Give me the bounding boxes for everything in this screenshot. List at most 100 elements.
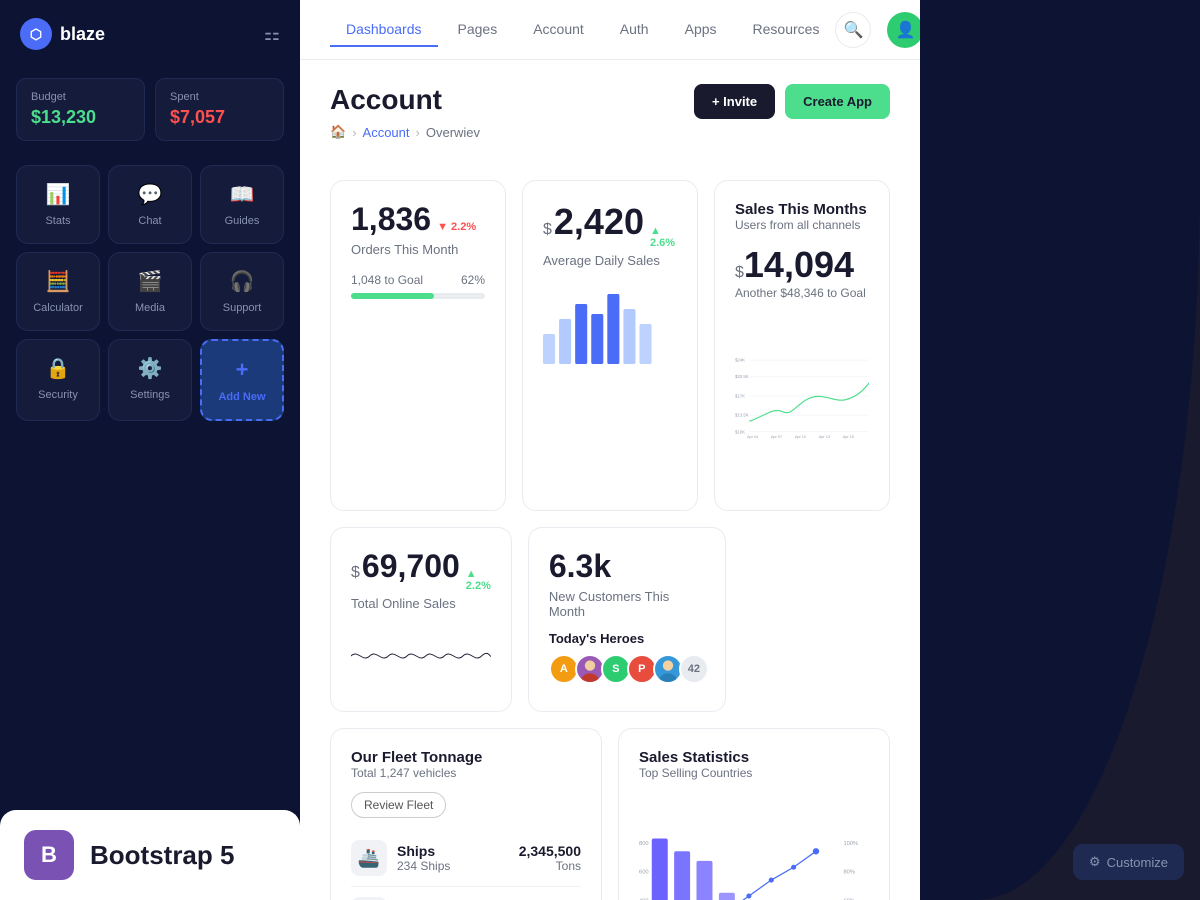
nav-link-pages[interactable]: Pages bbox=[442, 13, 514, 47]
header-actions: + Invite Create App bbox=[694, 84, 890, 119]
stats-grid: 1,836 ▼ 2.2% Orders This Month 1,048 to … bbox=[330, 180, 890, 511]
sidebar-item-settings[interactable]: ⚙️ Settings bbox=[108, 339, 192, 421]
nav-grid: 📊 Stats 💬 Chat 📖 Guides 🧮 Calculator 🎬 M… bbox=[0, 157, 300, 429]
sales-month-prefix: $ bbox=[735, 264, 744, 282]
spent-value: $7,057 bbox=[170, 107, 269, 128]
stats-grid-2: $ 69,700 ▲ 2.2% Total Online Sales 6.3k … bbox=[330, 527, 890, 712]
orders-change: ▼ 2.2% bbox=[437, 221, 476, 233]
new-customers-number: 6.3k bbox=[549, 548, 611, 585]
fleet-item-trucks: 🚚 Trucks 1,460 Trucks 457,200 Tons bbox=[351, 887, 581, 900]
orders-card: 1,836 ▼ 2.2% Orders This Month 1,048 to … bbox=[330, 180, 506, 511]
page-title-section: Account 🏠 › Account › Overwiev bbox=[330, 84, 480, 160]
sales-month-title: Sales This Months bbox=[735, 201, 869, 218]
logo-text: blaze bbox=[60, 24, 105, 45]
nav-link-auth[interactable]: Auth bbox=[604, 13, 665, 47]
avatar-more: 42 bbox=[679, 654, 709, 684]
settings-label: Settings bbox=[130, 389, 170, 401]
svg-text:80%: 80% bbox=[843, 870, 855, 876]
new-customers-label: New Customers This Month bbox=[549, 589, 705, 619]
sidebar-header: ⬡ blaze ⚏ bbox=[0, 0, 300, 68]
sidebar-item-media[interactable]: 🎬 Media bbox=[108, 252, 192, 331]
add-new-label: Add New bbox=[218, 391, 265, 403]
sales-stats-card: Sales Statistics Top Selling Countries 8… bbox=[618, 728, 890, 900]
create-app-button[interactable]: Create App bbox=[785, 84, 890, 119]
sidebar-item-security[interactable]: 🔒 Security bbox=[16, 339, 100, 421]
ships-name: Ships bbox=[397, 843, 450, 859]
svg-text:$10K: $10K bbox=[735, 429, 745, 434]
orders-label: Orders This Month bbox=[351, 242, 485, 257]
breadcrumb-current: Overwiev bbox=[426, 125, 480, 140]
svg-text:$13.5K: $13.5K bbox=[735, 413, 749, 418]
spent-label: Spent bbox=[170, 91, 269, 103]
dark-curve bbox=[920, 0, 1200, 900]
online-sales-change: ▲ 2.2% bbox=[466, 568, 491, 592]
progress-label-text: 1,048 to Goal bbox=[351, 273, 423, 287]
svg-text:$17K: $17K bbox=[735, 393, 745, 398]
sales-stats-sub: Top Selling Countries bbox=[639, 766, 869, 780]
sidebar-item-calculator[interactable]: 🧮 Calculator bbox=[16, 252, 100, 331]
budget-row: Budget $13,230 Spent $7,057 bbox=[0, 68, 300, 157]
stats-icon: 📊 bbox=[46, 182, 71, 207]
svg-text:Apr 07: Apr 07 bbox=[771, 435, 782, 439]
daily-sales-chart bbox=[543, 284, 677, 364]
sidebar-item-add-new[interactable]: + Add New bbox=[200, 339, 284, 421]
daily-sales-prefix: $ bbox=[543, 221, 552, 239]
spent-card: Spent $7,057 bbox=[155, 78, 284, 141]
nav-link-account[interactable]: Account bbox=[517, 13, 600, 47]
nav-link-dashboards[interactable]: Dashboards bbox=[330, 13, 438, 47]
sales-month-sub: Users from all channels bbox=[735, 218, 869, 232]
customize-button[interactable]: ⚙ Customize bbox=[1073, 844, 1184, 880]
nav-link-apps[interactable]: Apps bbox=[669, 13, 733, 47]
invite-button[interactable]: + Invite bbox=[694, 84, 775, 119]
add-new-icon: + bbox=[236, 357, 249, 383]
sales-month-goal: Another $48,346 to Goal bbox=[735, 286, 869, 300]
fleet-card: Our Fleet Tonnage Total 1,247 vehicles R… bbox=[330, 728, 602, 900]
sales-month-amount: 14,094 bbox=[744, 244, 854, 286]
support-icon: 🎧 bbox=[230, 269, 255, 294]
bootstrap-card: B Bootstrap 5 bbox=[0, 810, 300, 900]
svg-text:100%: 100% bbox=[843, 841, 858, 847]
calculator-icon: 🧮 bbox=[46, 269, 71, 294]
sales-this-month-card: Sales This Months Users from all channel… bbox=[714, 180, 890, 511]
ships-count: 234 Ships bbox=[397, 859, 450, 873]
svg-text:Apr 04: Apr 04 bbox=[747, 435, 759, 439]
review-fleet-button[interactable]: Review Fleet bbox=[351, 792, 446, 818]
chat-icon: 💬 bbox=[138, 182, 163, 207]
online-sales-number: 69,700 bbox=[362, 548, 460, 585]
breadcrumb: 🏠 › Account › Overwiev bbox=[330, 124, 480, 140]
sidebar-item-guides[interactable]: 📖 Guides bbox=[200, 165, 284, 244]
sidebar-item-support[interactable]: 🎧 Support bbox=[200, 252, 284, 331]
ships-value: 2,345,500 Tons bbox=[519, 843, 581, 873]
breadcrumb-account[interactable]: Account bbox=[363, 125, 410, 140]
top-nav: Dashboards Pages Account Auth Apps Resou… bbox=[300, 0, 920, 60]
avatar-row: A S P 42 bbox=[549, 654, 705, 684]
security-icon: 🔒 bbox=[46, 356, 71, 381]
search-button[interactable]: 🔍 bbox=[835, 12, 871, 48]
settings-icon: ⚙️ bbox=[138, 356, 163, 381]
fleet-item-ships: 🚢 Ships 234 Ships 2,345,500 Tons bbox=[351, 830, 581, 887]
svg-text:$24K: $24K bbox=[735, 358, 745, 363]
svg-text:Apr 13: Apr 13 bbox=[819, 435, 830, 439]
customize-label: Customize bbox=[1107, 855, 1168, 870]
sidebar-item-stats[interactable]: 📊 Stats bbox=[16, 165, 100, 244]
nav-link-resources[interactable]: Resources bbox=[737, 13, 836, 47]
media-label: Media bbox=[135, 302, 165, 314]
menu-icon[interactable]: ⚏ bbox=[264, 24, 280, 45]
page-title: Account bbox=[330, 84, 480, 116]
media-icon: 🎬 bbox=[138, 269, 163, 294]
page-content: Account 🏠 › Account › Overwiev + Invite … bbox=[300, 60, 920, 900]
budget-card: Budget $13,230 bbox=[16, 78, 145, 141]
budget-label: Budget bbox=[31, 91, 130, 103]
progress-bar-fill bbox=[351, 293, 434, 299]
customize-icon: ⚙ bbox=[1089, 854, 1101, 870]
page-header: Account 🏠 › Account › Overwiev + Invite … bbox=[330, 84, 890, 160]
breadcrumb-home-icon[interactable]: 🏠 bbox=[330, 124, 346, 140]
progress-section: 1,048 to Goal 62% bbox=[351, 273, 485, 299]
notification-button[interactable]: 👤 bbox=[887, 12, 920, 48]
sidebar-item-chat[interactable]: 💬 Chat bbox=[108, 165, 192, 244]
support-label: Support bbox=[223, 302, 262, 314]
heroes-label: Today's Heroes bbox=[549, 631, 705, 646]
heroes-section: Today's Heroes A S P 42 bbox=[549, 631, 705, 684]
daily-sales-card: $ 2,420 ▲ 2.6% Average Daily Sales bbox=[522, 180, 698, 511]
top-nav-actions: 🔍 👤 bbox=[835, 12, 920, 48]
